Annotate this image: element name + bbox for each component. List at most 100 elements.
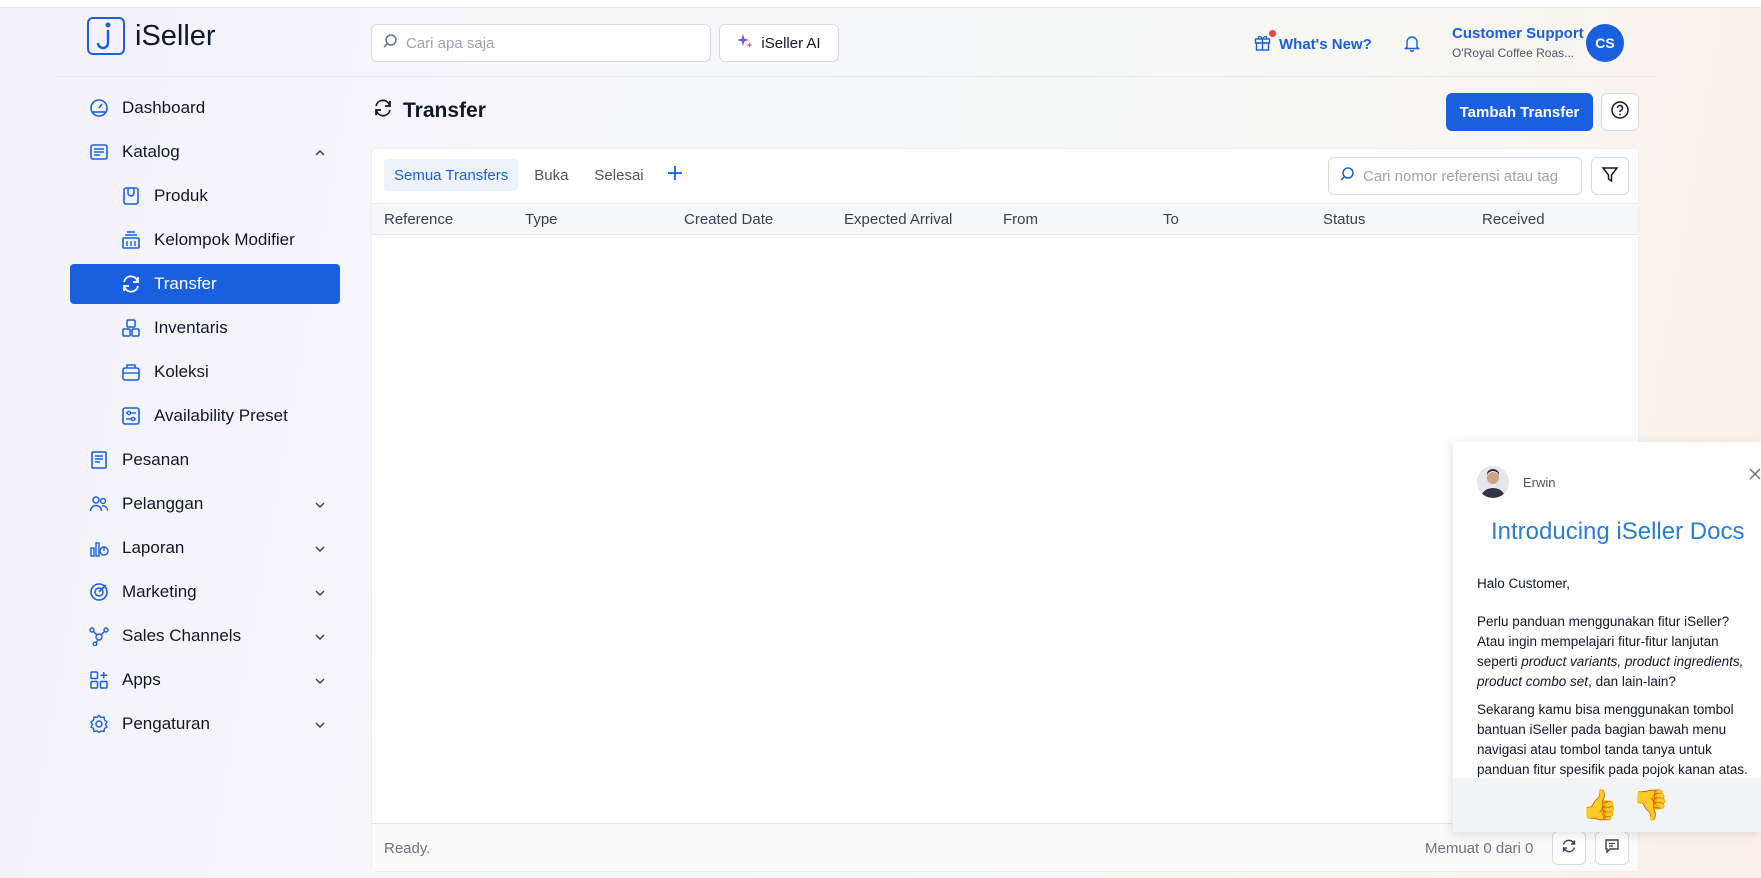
sidebar-item-koleksi[interactable]: Koleksi — [70, 352, 340, 392]
chevron-down-icon — [314, 496, 326, 516]
reports-icon — [88, 537, 110, 559]
refresh-icon — [1561, 838, 1577, 859]
sidebar-item-label: Katalog — [122, 142, 180, 161]
column-header-expected-arrival[interactable]: Expected Arrival — [844, 211, 952, 228]
sidebar-item-label: Transfer — [154, 274, 217, 293]
tab-semua-transfers[interactable]: Semua Transfers — [384, 159, 519, 191]
logo-text: iSeller — [135, 19, 216, 52]
sidebar-item-pesanan[interactable]: Pesanan — [70, 440, 340, 480]
sidebar-item-inventaris[interactable]: Inventaris — [70, 308, 340, 348]
add-transfer-button[interactable]: Tambah Transfer — [1446, 93, 1593, 131]
logo[interactable]: iSeller — [87, 17, 216, 55]
product-icon — [120, 185, 142, 207]
chat-paragraph-1: Perlu panduan menggunakan fitur iSeller?… — [1477, 612, 1759, 692]
user-avatar[interactable]: CS — [1586, 24, 1624, 62]
chat-popup: Erwin Introducing iSeller Docs Halo Cust… — [1453, 442, 1761, 832]
store-name: O'Royal Coffee Roas... — [1452, 46, 1575, 60]
sidebar-item-marketing[interactable]: Marketing — [70, 572, 340, 612]
sidebar-item-apps[interactable]: Apps — [70, 660, 340, 700]
sidebar-item-transfer[interactable]: Transfer — [70, 264, 340, 304]
page-title-text: Transfer — [403, 99, 486, 122]
notes-button[interactable] — [1595, 831, 1629, 865]
column-header-reference[interactable]: Reference — [384, 211, 453, 228]
column-header-received[interactable]: Received — [1482, 211, 1545, 228]
transfers-card: Semua Transfers Buka Selesai Reference T… — [371, 148, 1639, 872]
sidebar: Dashboard Katalog Produk Kelompok Modifi… — [70, 88, 340, 748]
sidebar-item-laporan[interactable]: Laporan — [70, 528, 340, 568]
user-menu[interactable]: Customer Support O'Royal Coffee Roas... — [1452, 25, 1584, 60]
sidebar-item-dashboard[interactable]: Dashboard — [70, 88, 340, 128]
table-footer: Ready. Memuat 0 dari 0 — [372, 823, 1638, 871]
iseller-ai-button[interactable]: iSeller AI — [719, 24, 839, 62]
sales-channels-icon — [88, 625, 110, 647]
sidebar-item-label: Availability Preset — [154, 406, 288, 425]
iseller-ai-label: iSeller AI — [761, 34, 821, 52]
table-header: Reference Type Created Date Expected Arr… — [372, 203, 1638, 235]
help-button[interactable] — [1601, 93, 1639, 131]
orders-icon — [88, 449, 110, 471]
sidebar-item-sales-channels[interactable]: Sales Channels — [70, 616, 340, 656]
customers-icon — [88, 493, 110, 515]
sidebar-item-label: Produk — [154, 186, 208, 205]
sidebar-item-label: Pelanggan — [122, 494, 204, 513]
transfer-search[interactable] — [1328, 157, 1582, 195]
column-header-created-date[interactable]: Created Date — [684, 211, 773, 228]
transfer-icon — [373, 98, 393, 124]
search-icon — [382, 33, 398, 54]
sidebar-item-availability-preset[interactable]: Availability Preset — [70, 396, 340, 436]
chat-reactions: 👍 👎 — [1453, 778, 1761, 832]
sidebar-item-katalog[interactable]: Katalog — [70, 132, 340, 172]
filter-button[interactable] — [1591, 157, 1629, 195]
inventory-icon — [120, 317, 142, 339]
bell-icon — [1403, 36, 1421, 56]
sidebar-item-label: Marketing — [122, 582, 197, 601]
sidebar-item-label: Inventaris — [154, 318, 228, 337]
sidebar-item-label: Dashboard — [122, 98, 206, 117]
gift-icon — [1254, 30, 1276, 55]
sidebar-item-label: Pesanan — [122, 450, 190, 469]
column-header-from[interactable]: From — [1003, 211, 1038, 228]
sidebar-item-pengaturan[interactable]: Pengaturan — [70, 704, 340, 744]
collection-icon — [120, 361, 142, 383]
thumbs-up-icon[interactable]: 👍 — [1581, 788, 1618, 823]
chat-greeting: Halo Customer, — [1477, 576, 1571, 591]
refresh-button[interactable] — [1552, 831, 1586, 865]
chat-paragraph-2: Sekarang kamu bisa menggunakan tombol ba… — [1477, 702, 1748, 777]
add-tab-button[interactable] — [660, 159, 690, 191]
sidebar-item-label: Koleksi — [154, 362, 209, 381]
marketing-icon — [88, 581, 110, 603]
chevron-down-icon — [314, 584, 326, 604]
column-header-status[interactable]: Status — [1323, 211, 1366, 228]
plus-icon — [666, 164, 684, 187]
chevron-down-icon — [314, 540, 326, 560]
thumbs-down-icon[interactable]: 👎 — [1632, 788, 1669, 823]
iseller-logo-icon — [87, 17, 125, 55]
agent-avatar — [1477, 466, 1509, 498]
notification-dot — [1269, 30, 1276, 37]
notifications-button[interactable] — [1403, 35, 1421, 57]
transfer-search-input[interactable] — [1363, 167, 1563, 185]
filter-icon — [1601, 165, 1619, 188]
sidebar-item-kelompok-modifier[interactable]: Kelompok Modifier — [70, 220, 340, 260]
chevron-down-icon — [314, 672, 326, 692]
chat-body: Halo Customer, Perlu panduan menggunakan… — [1477, 574, 1759, 798]
close-icon[interactable] — [1749, 467, 1761, 485]
global-search[interactable] — [371, 24, 711, 62]
comment-icon — [1604, 838, 1620, 859]
question-circle-icon — [1610, 100, 1630, 125]
whats-new-link[interactable]: What's New? — [1254, 30, 1372, 55]
global-search-input[interactable] — [406, 34, 696, 52]
tab-bar: Semua Transfers Buka Selesai — [384, 159, 690, 191]
column-header-type[interactable]: Type — [525, 211, 558, 228]
chat-agent: Erwin — [1477, 466, 1556, 498]
tab-selesai[interactable]: Selesai — [584, 159, 653, 191]
sidebar-item-pelanggan[interactable]: Pelanggan — [70, 484, 340, 524]
availability-preset-icon — [120, 405, 142, 427]
search-icon — [1339, 166, 1355, 187]
column-header-to[interactable]: To — [1163, 211, 1179, 228]
catalog-icon — [88, 141, 110, 163]
tab-buka[interactable]: Buka — [524, 159, 578, 191]
user-name: Customer Support — [1452, 25, 1584, 42]
sidebar-item-produk[interactable]: Produk — [70, 176, 340, 216]
chevron-down-icon — [314, 628, 326, 648]
